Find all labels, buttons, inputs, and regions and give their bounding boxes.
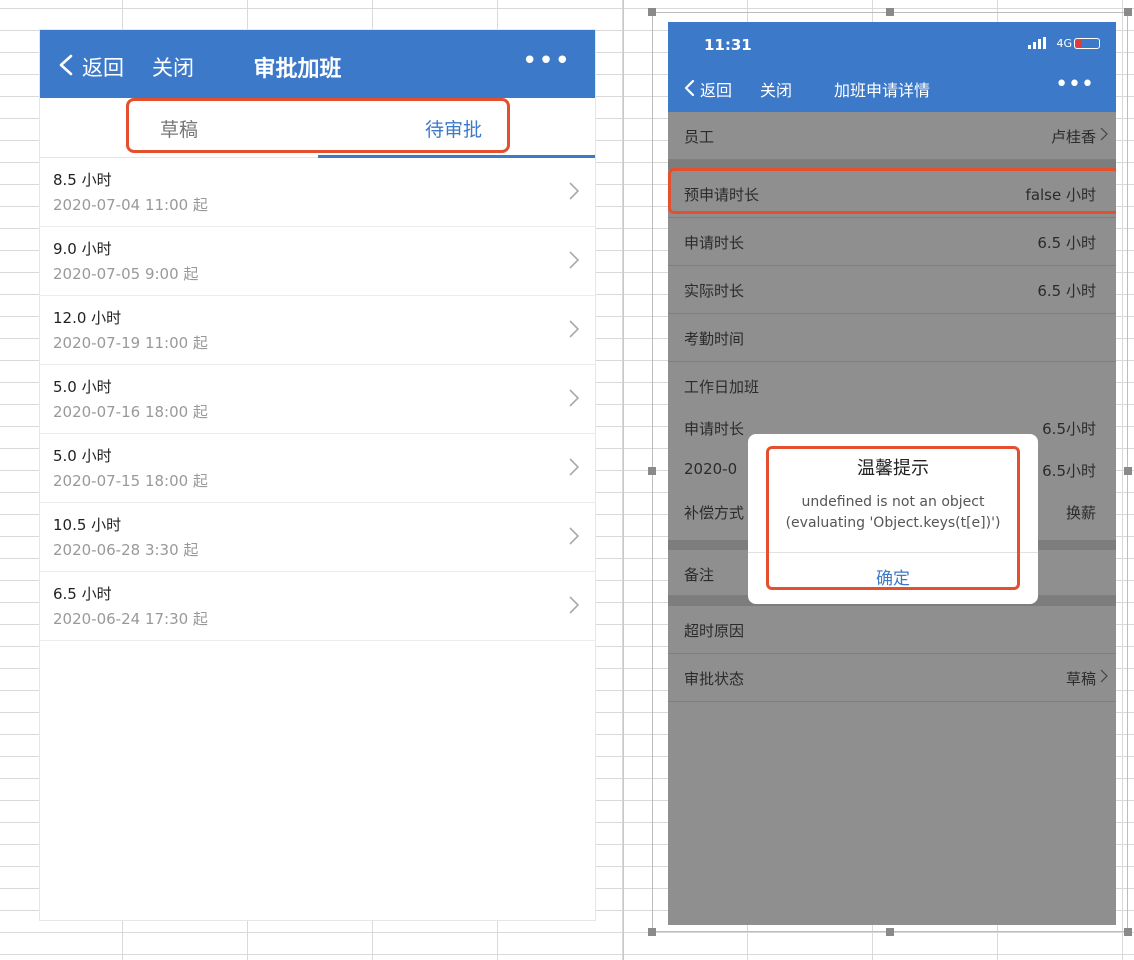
chevron-right-icon [569, 596, 580, 614]
nav-bar: 返回 关闭 加班申请详情 ••• [668, 64, 1116, 112]
resize-handle[interactable] [1124, 8, 1132, 16]
item-start-time: 2020-06-28 3:30 起 [53, 541, 199, 559]
row-label: 申请时长 [684, 420, 745, 438]
item-hours: 12.0 小时 [53, 309, 122, 327]
list-item[interactable]: 10.5 小时 2020-06-28 3:30 起 [40, 503, 595, 572]
item-hours: 10.5 小时 [53, 516, 122, 534]
detail-row-apply-duration: 申请时长 6.5 小时 [668, 218, 1116, 266]
row-label: 员工 [684, 128, 715, 146]
annotation-highlight-tabs [126, 98, 510, 153]
resize-handle[interactable] [648, 8, 656, 16]
item-hours: 8.5 小时 [53, 171, 112, 189]
row-value: 卢桂香 [1050, 128, 1096, 146]
more-button[interactable]: ••• [1055, 72, 1094, 97]
row-label: 考勤时间 [684, 330, 745, 348]
chevron-right-icon [1100, 669, 1108, 683]
back-button[interactable]: 返回 [700, 77, 732, 101]
item-hours: 5.0 小时 [53, 378, 112, 396]
item-hours: 6.5 小时 [53, 585, 112, 603]
more-button[interactable]: ••• [522, 46, 571, 76]
chevron-right-icon [569, 458, 580, 476]
chevron-right-icon [569, 251, 580, 269]
detail-row-actual-duration: 实际时长 6.5 小时 [668, 266, 1116, 314]
status-bar: 11:31 4G [668, 22, 1116, 64]
overtime-list: 8.5 小时 2020-07-04 11:00 起 9.0 小时 2020-07… [40, 158, 595, 641]
row-label: 审批状态 [684, 670, 745, 688]
row-value: 6.5小时 [1042, 462, 1096, 480]
row-value: 6.5 小时 [1037, 282, 1096, 300]
item-hours: 5.0 小时 [53, 447, 112, 465]
left-phone-screen: 返回 关闭 审批加班 ••• 草稿 待审批 8.5 小时 2020-07-04 … [40, 30, 595, 920]
list-item[interactable]: 9.0 小时 2020-07-05 9:00 起 [40, 227, 595, 296]
page-title: 审批加班 [253, 57, 342, 82]
detail-row-approval-status[interactable]: 审批状态 草稿 [668, 654, 1116, 702]
resize-handle[interactable] [648, 928, 656, 936]
detail-row-attendance: 考勤时间 [668, 314, 1116, 362]
annotation-highlight-pre-duration [668, 168, 1116, 214]
resize-handle[interactable] [886, 8, 894, 16]
resize-handle[interactable] [1124, 467, 1132, 475]
chevron-right-icon [569, 182, 580, 200]
row-value: 6.5 小时 [1037, 234, 1096, 252]
list-item[interactable]: 6.5 小时 2020-06-24 17:30 起 [40, 572, 595, 641]
chevron-right-icon [569, 527, 580, 545]
item-start-time: 2020-07-04 11:00 起 [53, 196, 208, 214]
signal-icon [1028, 37, 1046, 49]
chevron-left-icon[interactable] [682, 79, 698, 97]
item-start-time: 2020-06-24 17:30 起 [53, 610, 208, 628]
page-title: 加班申请详情 [834, 81, 931, 100]
close-button[interactable]: 关闭 [760, 77, 792, 101]
resize-handle[interactable] [1124, 928, 1132, 936]
row-label: 申请时长 [684, 234, 745, 252]
resize-handle[interactable] [886, 928, 894, 936]
row-value: 6.5小时 [1042, 420, 1096, 438]
row-value: 换薪 [1065, 504, 1096, 522]
row-label: 实际时长 [684, 282, 745, 300]
detail-row-employee[interactable]: 员工 卢桂香 [668, 112, 1116, 160]
annotation-highlight-dialog [766, 446, 1020, 590]
section-header-workday: 工作日加班 [668, 362, 1116, 410]
item-hours: 9.0 小时 [53, 240, 112, 258]
row-label: 备注 [684, 566, 715, 584]
row-value: 草稿 [1065, 670, 1096, 688]
detail-row-overtime-reason[interactable]: 超时原因 [668, 606, 1116, 654]
list-item[interactable]: 12.0 小时 2020-07-19 11:00 起 [40, 296, 595, 365]
status-time: 11:31 [704, 36, 752, 54]
list-item[interactable]: 8.5 小时 2020-07-04 11:00 起 [40, 158, 595, 227]
row-label: 2020-0 [684, 460, 738, 478]
list-item[interactable]: 5.0 小时 2020-07-16 18:00 起 [40, 365, 595, 434]
list-item[interactable]: 5.0 小时 2020-07-15 18:00 起 [40, 434, 595, 503]
row-label: 补偿方式 [684, 504, 745, 522]
row-label: 工作日加班 [684, 378, 760, 396]
item-start-time: 2020-07-16 18:00 起 [53, 403, 208, 421]
chevron-right-icon [1100, 127, 1108, 141]
row-label: 超时原因 [684, 622, 745, 640]
network-label: 4G [1056, 37, 1072, 50]
item-start-time: 2020-07-19 11:00 起 [53, 334, 208, 352]
nav-bar: 返回 关闭 审批加班 ••• [40, 30, 595, 98]
battery-icon [1074, 38, 1100, 49]
resize-handle[interactable] [648, 467, 656, 475]
item-start-time: 2020-07-15 18:00 起 [53, 472, 208, 490]
chevron-right-icon [569, 320, 580, 338]
item-start-time: 2020-07-05 9:00 起 [53, 265, 199, 283]
sheet-divider [623, 0, 624, 960]
chevron-right-icon [569, 389, 580, 407]
